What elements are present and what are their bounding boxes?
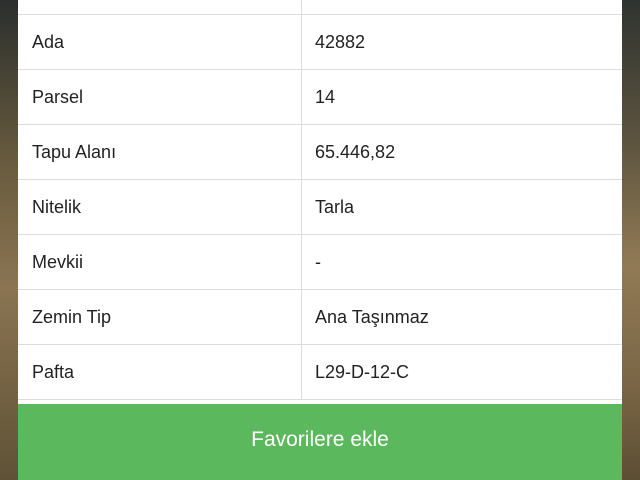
table-row-tapu-alani: Tapu Alanı 65.446,82 <box>18 125 622 180</box>
row-value: 14 <box>315 86 336 107</box>
row-label: Nitelik <box>18 180 302 234</box>
table-row-mevkii: Mevkii - <box>18 235 622 290</box>
row-value: 42882 <box>315 31 366 52</box>
table-row-parsel: Parsel 14 <box>18 70 622 125</box>
parcel-details-card: Ada 42882 Parsel 14 Tapu Alanı 65.446,82… <box>18 0 622 480</box>
screen: Ada 42882 Parsel 14 Tapu Alanı 65.446,82… <box>0 0 640 480</box>
background-photo-right <box>620 0 640 480</box>
row-value: Tarla <box>315 196 355 217</box>
table-row-ada: Ada 42882 <box>18 15 622 70</box>
row-label: Mevkii <box>18 235 302 289</box>
row-value: L29-D-12-C <box>315 361 410 382</box>
row-label: Zemin Tip <box>18 290 302 344</box>
background-photo-left <box>0 0 20 480</box>
table-row-zemin-tip: Zemin Tip Ana Taşınmaz <box>18 290 622 345</box>
row-value: - <box>315 251 321 272</box>
row-value: 65.446,82 <box>315 141 396 162</box>
parcel-details-table: Ada 42882 Parsel 14 Tapu Alanı 65.446,82… <box>18 0 622 400</box>
table-row-pafta: Pafta L29-D-12-C <box>18 345 622 400</box>
table-row-nitelik: Nitelik Tarla <box>18 180 622 235</box>
add-to-favorites-button[interactable]: Favorilere ekle <box>18 404 622 480</box>
row-label: Tapu Alanı <box>18 125 302 179</box>
row-label: Ada <box>18 15 302 69</box>
table-row-partial <box>18 0 622 15</box>
row-value <box>302 0 622 14</box>
row-label <box>18 0 302 14</box>
row-label: Parsel <box>18 70 302 124</box>
row-label: Pafta <box>18 345 302 399</box>
row-value: Ana Taşınmaz <box>315 306 429 327</box>
